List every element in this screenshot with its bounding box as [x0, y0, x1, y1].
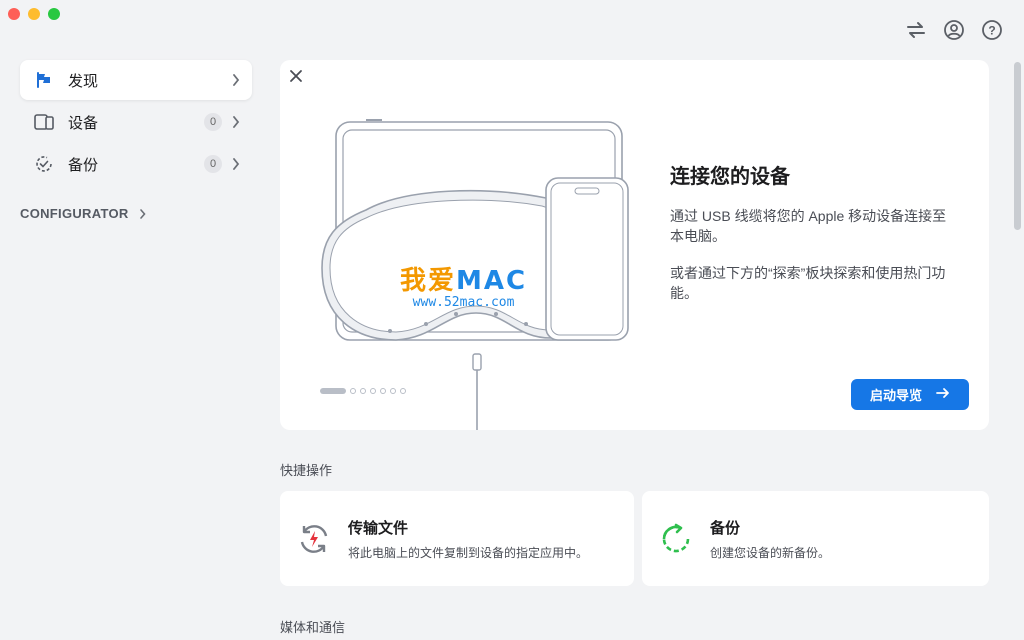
watermark: 我爱MAC www.52mac.com — [400, 260, 527, 310]
sidebar-item-label: 设备 — [68, 114, 99, 132]
sidebar-item-discover[interactable]: 发现 — [20, 60, 252, 100]
backup-card[interactable]: 备份 创建您设备的新备份。 — [642, 491, 989, 586]
pager-dot-active[interactable] — [320, 388, 346, 394]
hero-description-secondary: 或者通过下方的“探索”板块探索和使用热门功能。 — [670, 265, 946, 301]
count-badge: 0 — [204, 155, 222, 173]
backup-icon — [658, 521, 694, 557]
sidebar-item-backup[interactable]: 备份 0 — [20, 144, 252, 184]
devices-icon — [34, 112, 54, 132]
zoom-window-button[interactable] — [48, 8, 60, 20]
sidebar: 发现 设备 0 备份 0 CONFIGURATOR — [20, 60, 252, 221]
minimize-window-button[interactable] — [28, 8, 40, 20]
quick-actions-title: 快捷操作 — [280, 463, 333, 478]
pager-dot[interactable] — [350, 388, 356, 394]
configurator-section[interactable]: CONFIGURATOR — [20, 206, 252, 221]
carousel-pager — [320, 388, 406, 394]
chevron-right-icon — [230, 158, 242, 170]
close-icon[interactable] — [288, 68, 304, 84]
close-window-button[interactable] — [8, 8, 20, 20]
pager-dot[interactable] — [380, 388, 386, 394]
start-tour-label: 启动导览 — [869, 388, 922, 403]
count-badge: 0 — [204, 113, 222, 131]
pager-dot[interactable] — [390, 388, 396, 394]
flag-icon — [34, 70, 54, 90]
backup-icon — [34, 154, 54, 174]
help-icon[interactable]: ? — [980, 18, 1004, 42]
card-description: 创建您设备的新备份。 — [710, 545, 831, 560]
card-title: 备份 — [710, 519, 741, 537]
media-section-title: 媒体和通信 — [280, 620, 346, 635]
hero-title: 连接您的设备 — [670, 166, 790, 188]
watermark-url: www.52mac.com — [412, 295, 515, 310]
window-controls — [8, 8, 60, 20]
app-window: ? 发现 设备 0 备份 0 CONFIGURATOR 我爱MAC www.52… — [0, 0, 1024, 640]
transfer-icon[interactable] — [904, 18, 928, 42]
account-icon[interactable] — [942, 18, 966, 42]
connect-device-card: 我爱MAC www.52mac.com 连接您的设备 通过 USB 线缆将您的 … — [280, 60, 989, 430]
card-description: 将此电脑上的文件复制到设备的指定应用中。 — [348, 545, 589, 560]
watermark-cn: 我爱 — [400, 266, 457, 296]
top-toolbar: ? — [904, 18, 1004, 42]
chevron-right-icon — [230, 74, 242, 86]
configurator-label: CONFIGURATOR — [20, 206, 129, 221]
transfer-files-icon — [296, 521, 332, 557]
svg-text:?: ? — [988, 24, 995, 38]
pager-dot[interactable] — [370, 388, 376, 394]
chevron-right-icon — [137, 208, 149, 220]
chevron-right-icon — [230, 116, 242, 128]
card-title: 传输文件 — [348, 519, 409, 537]
hero-description: 通过 USB 线缆将您的 Apple 移动设备连接至本电脑。 — [670, 208, 947, 244]
arrow-right-icon — [936, 387, 950, 402]
start-tour-button[interactable]: 启动导览 — [851, 379, 969, 410]
sidebar-item-label: 发现 — [68, 72, 99, 90]
sidebar-item-devices[interactable]: 设备 0 — [20, 102, 252, 142]
pager-dot[interactable] — [360, 388, 366, 394]
pager-dot[interactable] — [400, 388, 406, 394]
sidebar-item-label: 备份 — [68, 156, 99, 174]
scrollbar[interactable] — [1014, 62, 1021, 230]
watermark-en: MAC — [456, 266, 528, 296]
transfer-files-card[interactable]: 传输文件 将此电脑上的文件复制到设备的指定应用中。 — [280, 491, 634, 586]
